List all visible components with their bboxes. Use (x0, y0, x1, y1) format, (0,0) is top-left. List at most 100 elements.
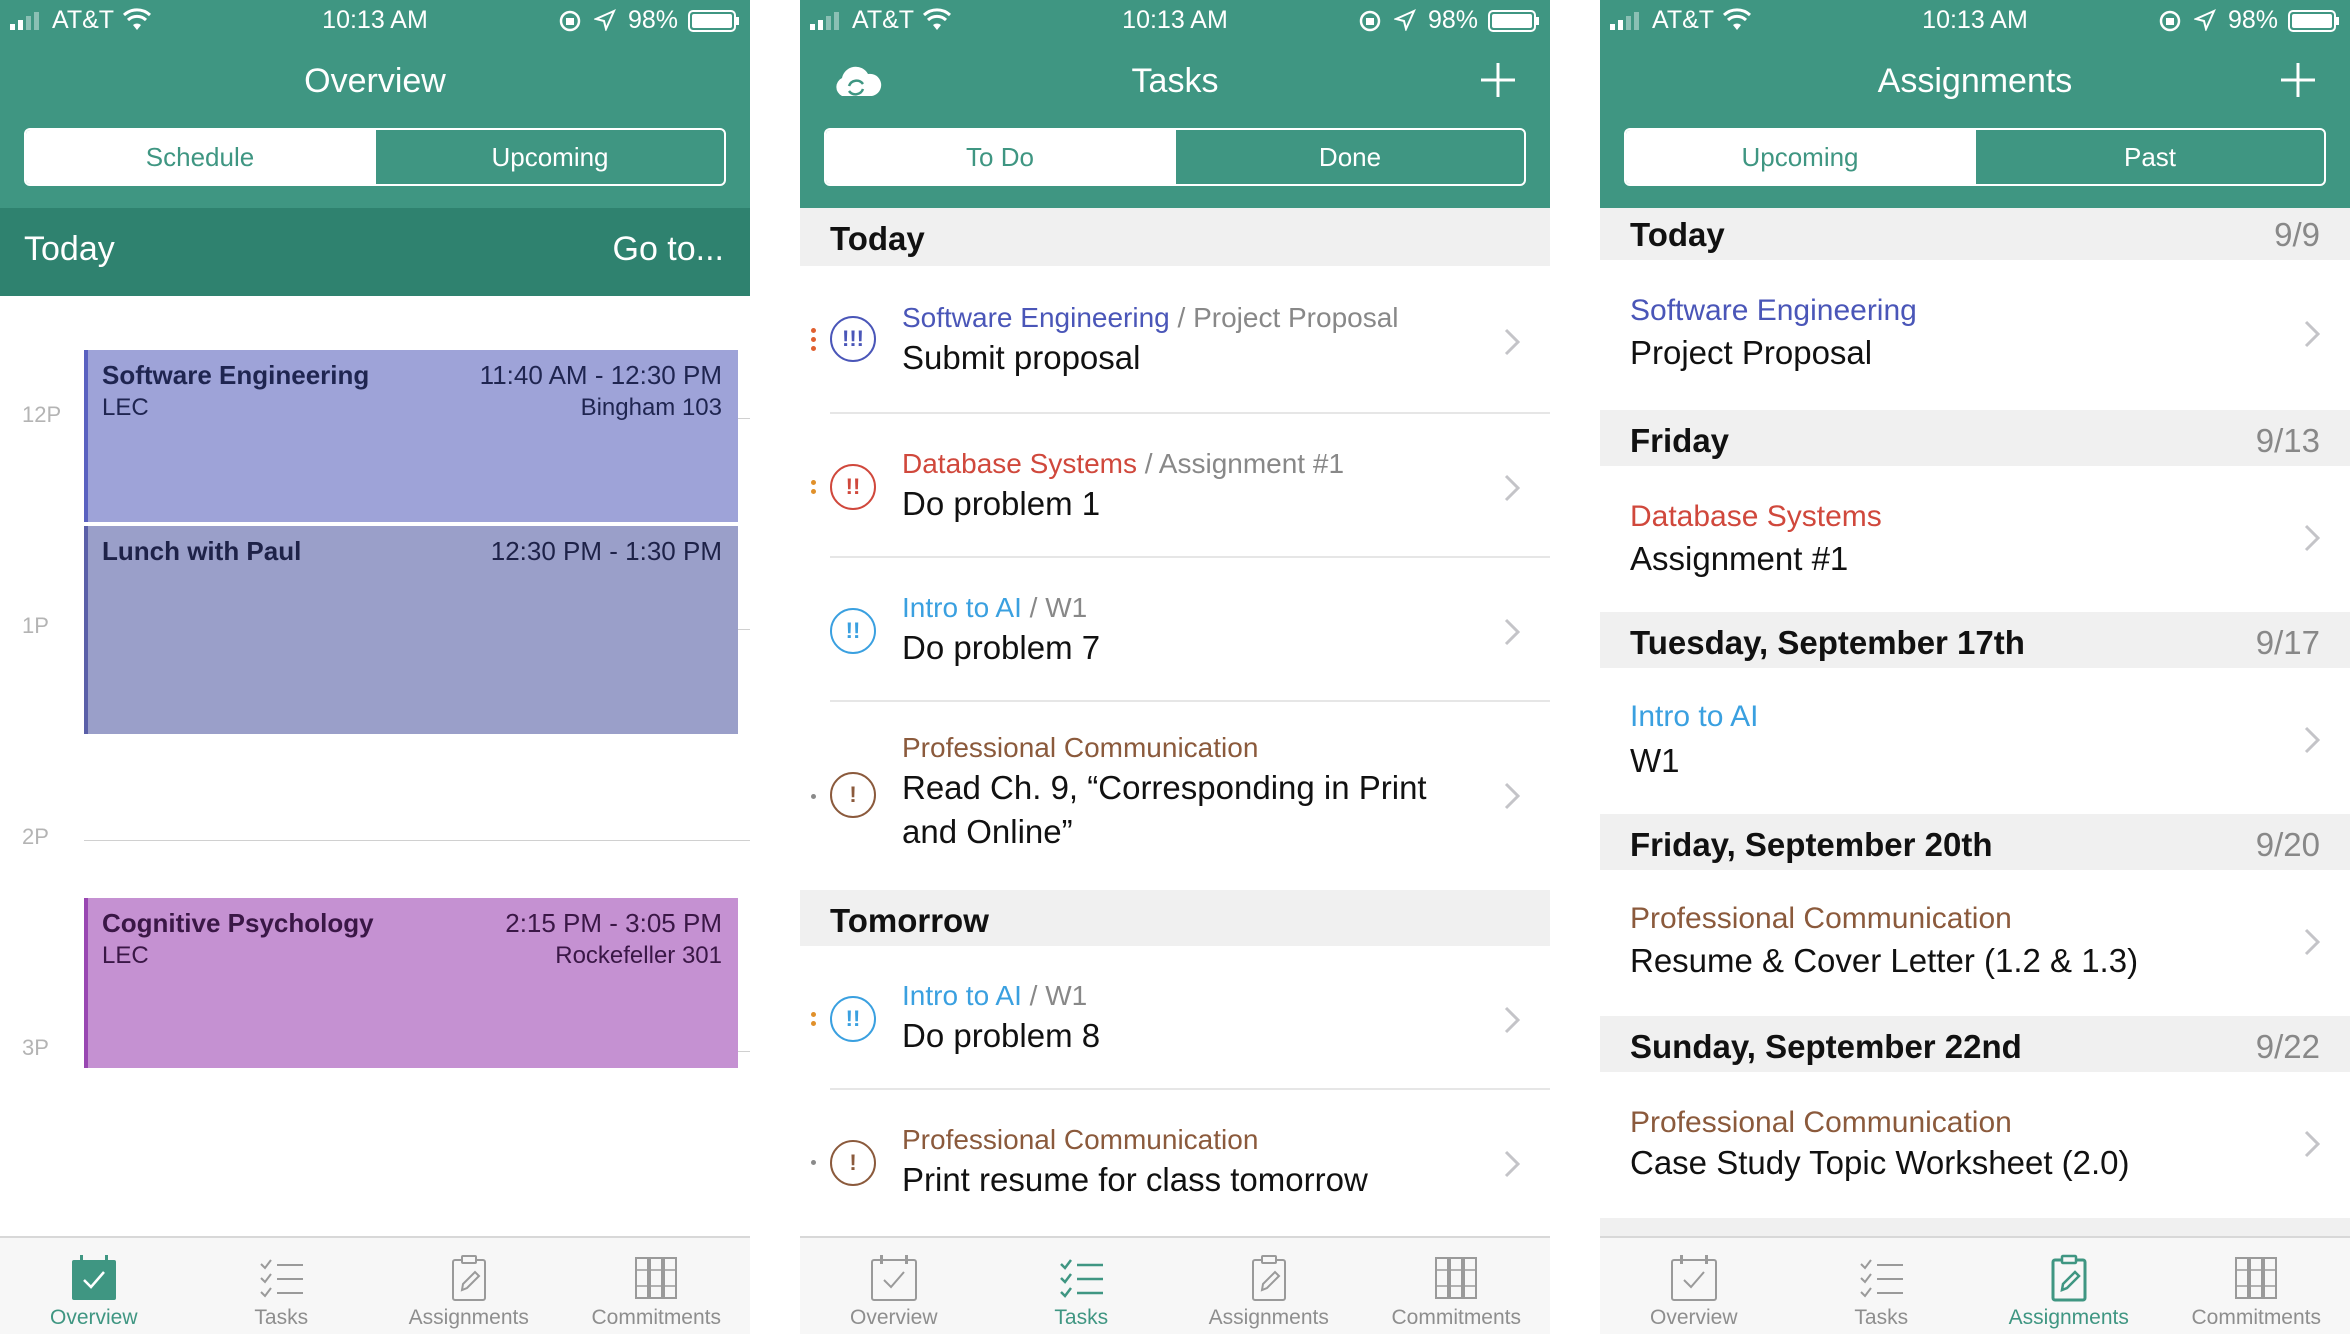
priority-dots (811, 480, 817, 498)
section-title: Today (830, 220, 925, 257)
chevron-right-icon (2304, 726, 2320, 754)
segment-todo[interactable]: To Do (826, 130, 1174, 184)
tab-assignments[interactable]: Assignments (1975, 1238, 2163, 1334)
tab-label: Overview (849, 1306, 938, 1329)
tab-bar: Overview Tasks Assignments Commitments (800, 1236, 1550, 1334)
section-date: 9/17 (2255, 624, 2320, 661)
segment-past[interactable]: Past (1974, 130, 2324, 184)
tab-commitments[interactable]: Commitments (1363, 1238, 1551, 1334)
chevron-right-icon (2304, 928, 2320, 956)
tab-assignments[interactable]: Assignments (375, 1238, 563, 1334)
tab-commitments[interactable]: Commitments (2163, 1238, 2350, 1334)
priority-icon[interactable]: !! (830, 464, 876, 510)
tab-overview[interactable]: Overview (0, 1238, 188, 1334)
battery-icon (1488, 10, 1539, 32)
task-title: Do problem 7 (902, 629, 1101, 666)
battery-icon (2288, 10, 2339, 32)
assignment-row[interactable]: Software Engineering Project Proposal (1600, 260, 2350, 410)
clipboard-icon (1251, 1255, 1286, 1301)
task-title: Submit proposal (902, 339, 1141, 376)
tab-tasks[interactable]: Tasks (1788, 1238, 1976, 1334)
chevron-right-icon (2304, 524, 2320, 552)
tab-overview[interactable]: Overview (1600, 1238, 1788, 1334)
chevron-right-icon (1504, 328, 1520, 356)
assignment-course: Database Systems (1630, 500, 1882, 533)
assignment-row[interactable]: Professional Communication Case Study To… (1600, 1072, 2350, 1218)
task-row[interactable]: !!! Software Engineering / Project Propo… (800, 266, 1550, 414)
assignment-course: Intro to AI (1630, 700, 1759, 733)
tab-tasks[interactable]: Tasks (988, 1238, 1176, 1334)
assignment-row[interactable]: Intro to AI W1 (1600, 668, 2350, 814)
tab-label: Assignments (1208, 1306, 1329, 1329)
event-time: 2:15 PM - 3:05 PM (505, 908, 722, 938)
section-header: Friday, September 20th 9/20 (1600, 814, 2350, 870)
assignment-row[interactable]: Database Systems Assignment #1 (1600, 466, 2350, 612)
schedule-timeline[interactable]: 12P 1P 2P 3P Software Engineering 11:40 … (0, 296, 750, 1236)
add-icon[interactable] (2278, 60, 2318, 100)
section-title: Sunday, September 22nd (1630, 1028, 2022, 1065)
assignment-name: Assignment #1 (1630, 540, 1849, 577)
event-software-engineering[interactable]: Software Engineering 11:40 AM - 12:30 PM… (84, 350, 738, 522)
section-title: Friday (1630, 422, 1730, 459)
task-row[interactable]: ! Professional Communication Print resum… (800, 1090, 1550, 1236)
event-type: LEC (102, 394, 149, 421)
add-icon[interactable] (1478, 60, 1518, 100)
assignment-course: Professional Communication (1630, 902, 2012, 935)
chevron-right-icon (1504, 1150, 1520, 1178)
task-course: Intro to AI / W1 (902, 592, 1088, 623)
task-row[interactable]: !! Database Systems / Assignment #1 Do p… (800, 414, 1550, 558)
event-time: 12:30 PM - 1:30 PM (490, 536, 722, 566)
task-row[interactable]: !! Intro to AI / W1 Do problem 8 (800, 946, 1550, 1090)
segment-upcoming[interactable]: Upcoming (1626, 130, 1974, 184)
segment-done[interactable]: Done (1174, 130, 1524, 184)
priority-icon[interactable]: ! (830, 1140, 876, 1186)
segment-upcoming[interactable]: Upcoming (374, 130, 724, 184)
goto-button[interactable]: Go to... (613, 230, 725, 269)
section-header-tomorrow: Tomorrow (800, 890, 1550, 946)
tab-label: Assignments (408, 1306, 529, 1329)
task-row[interactable]: ! Professional Communication Read Ch. 9,… (800, 702, 1550, 890)
priority-icon[interactable]: ! (830, 772, 876, 818)
assignment-course: Professional Communication (1630, 1106, 2012, 1139)
tab-bar: Overview Tasks Assignments Commitments (0, 1236, 750, 1334)
tab-assignments[interactable]: Assignments (1175, 1238, 1363, 1334)
hour-label: 12P (22, 402, 62, 427)
segment-schedule[interactable]: Schedule (26, 130, 374, 184)
hour-label: 3P (22, 1035, 49, 1060)
assignment-row[interactable]: Professional Communication Resume & Cove… (1600, 870, 2350, 1016)
priority-icon[interactable]: !!! (830, 316, 876, 362)
tab-label: Overview (49, 1306, 138, 1329)
event-lunch-with-paul[interactable]: Lunch with Paul 12:30 PM - 1:30 PM (84, 526, 738, 734)
header: AT&T 10:13 AM 98% Overview Schedule Upco… (0, 0, 750, 208)
books-icon (635, 1257, 678, 1299)
task-row[interactable]: !! Intro to AI / W1 Do problem 7 (800, 558, 1550, 702)
task-title: Do problem 8 (902, 1017, 1101, 1054)
tab-commitments[interactable]: Commitments (563, 1238, 751, 1334)
tab-tasks[interactable]: Tasks (188, 1238, 376, 1334)
event-time: 11:40 AM - 12:30 PM (479, 360, 722, 390)
chevron-right-icon (1504, 618, 1520, 646)
hour-label: 2P (22, 824, 49, 849)
section-header-partial (1600, 1218, 2350, 1236)
page-title: Assignments (1877, 62, 2073, 100)
assignment-name: Project Proposal (1630, 334, 1873, 371)
today-label: Today (24, 230, 115, 268)
tab-label: Assignments (2008, 1306, 2129, 1329)
location-icon (594, 9, 616, 31)
segmented-control: Upcoming Past (1624, 128, 2326, 186)
tab-overview[interactable]: Overview (800, 1238, 988, 1334)
priority-icon[interactable]: !! (830, 996, 876, 1042)
task-course: Software Engineering / Project Proposal (902, 302, 1399, 333)
event-title: Software Engineering (102, 360, 370, 390)
section-title: Friday, September 20th (1630, 826, 1993, 863)
checklist-icon (1060, 1259, 1104, 1298)
assignment-name: W1 (1630, 742, 1680, 779)
event-title: Cognitive Psychology (102, 908, 374, 938)
assignment-name: Case Study Topic Worksheet (2.0) (1630, 1144, 2130, 1181)
priority-icon[interactable]: !! (830, 608, 876, 654)
event-cognitive-psychology[interactable]: Cognitive Psychology 2:15 PM - 3:05 PM L… (84, 898, 738, 1068)
tab-label: Commitments (2191, 1306, 2322, 1329)
page-title: Overview (304, 62, 446, 100)
event-title: Lunch with Paul (102, 536, 302, 566)
orientation-lock-icon (559, 10, 581, 32)
